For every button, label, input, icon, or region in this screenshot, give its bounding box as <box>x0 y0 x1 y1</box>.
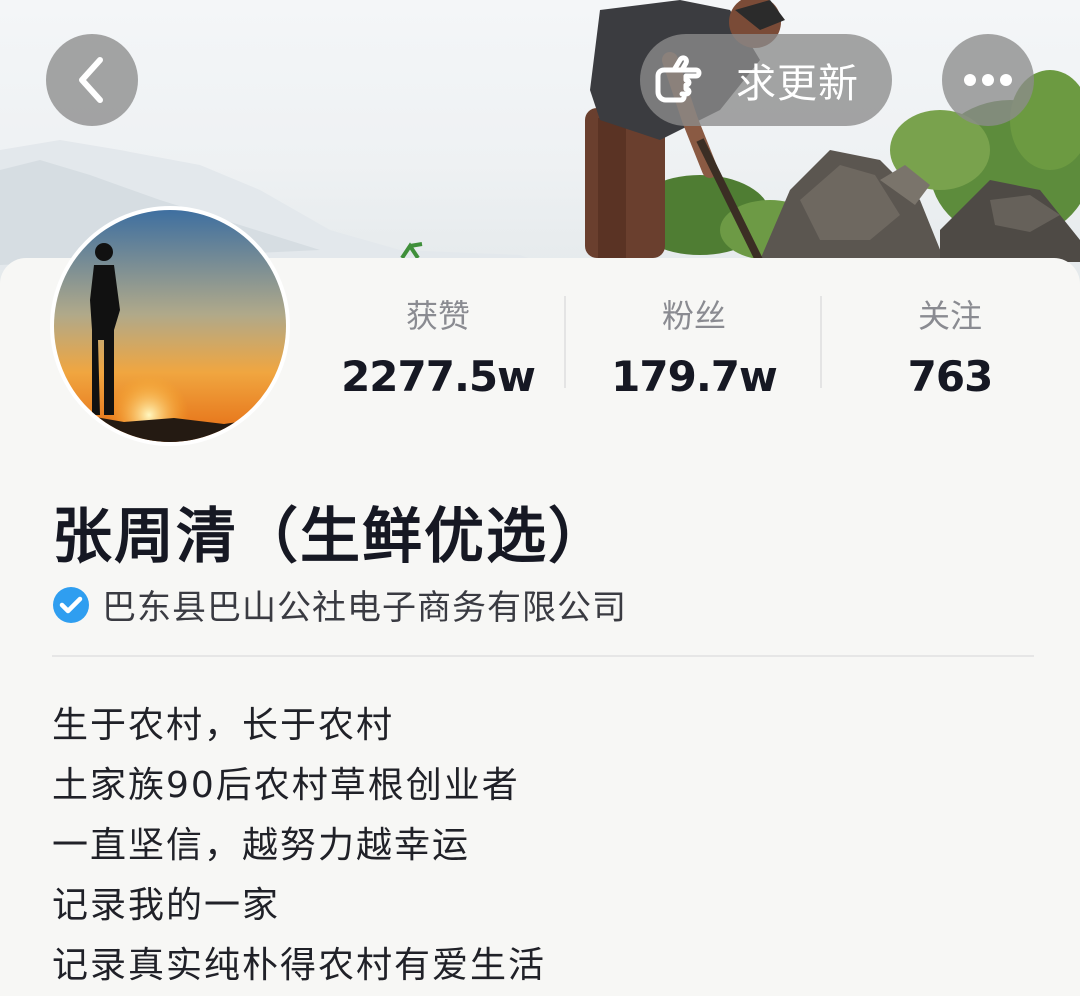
avatar[interactable] <box>50 206 290 446</box>
stat-following-label: 关注 <box>917 297 982 335</box>
avatar-image <box>54 210 286 442</box>
chevron-left-icon <box>79 57 103 103</box>
pointing-hand-icon <box>655 55 702 103</box>
stat-likes[interactable]: 获赞 2277.5w <box>310 290 566 412</box>
bio-line: 记录我的一家 <box>52 885 281 926</box>
bio-line: 土家族90后农村草根创业者 <box>52 765 520 806</box>
stat-followers-value: 179.7w <box>611 352 778 401</box>
request-update-button[interactable]: 求更新 <box>640 34 892 126</box>
bio: 生于农村，长于农村 土家族90后农村草根创业者 一直坚信，越努力越幸运 记录我的… <box>52 696 546 996</box>
bio-line: 生于农村，长于农村 <box>52 705 395 746</box>
more-options-button[interactable] <box>942 34 1034 126</box>
request-update-label: 求更新 <box>736 61 859 107</box>
stats-bar: 获赞 2277.5w 粉丝 179.7w 关注 763 <box>310 290 1080 410</box>
stat-likes-value: 2277.5w <box>341 352 536 401</box>
stat-likes-label: 获赞 <box>405 297 470 335</box>
stat-following-value: 763 <box>907 352 994 401</box>
bio-line: 记录真实纯朴得农村有爱生活 <box>52 945 547 986</box>
ellipsis-icon <box>964 74 1012 86</box>
stat-following[interactable]: 关注 763 <box>822 290 1078 412</box>
back-button[interactable] <box>46 34 138 126</box>
stats-divider <box>564 296 566 388</box>
stats-divider <box>820 296 822 388</box>
bio-line: 一直坚信，越努力越幸运 <box>52 825 471 866</box>
divider <box>52 655 1034 657</box>
profile-name: 张周清（生鲜优选） <box>52 502 610 572</box>
verification-row[interactable]: 巴东县巴山公社电子商务有限公司 <box>52 580 627 629</box>
stat-followers[interactable]: 粉丝 179.7w <box>566 290 822 412</box>
verified-check-icon <box>53 586 89 623</box>
verified-organization: 巴东县巴山公社电子商务有限公司 <box>102 588 627 628</box>
stat-followers-label: 粉丝 <box>661 297 726 335</box>
